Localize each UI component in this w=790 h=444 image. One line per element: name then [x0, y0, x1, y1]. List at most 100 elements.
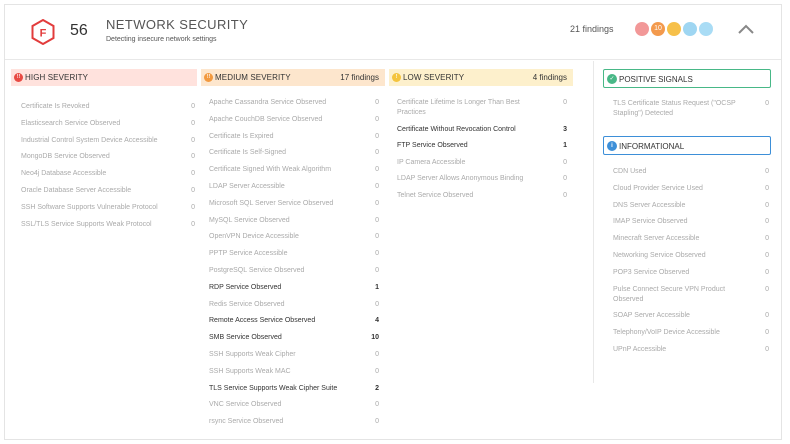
medium-finding-row[interactable]: SSH Supports Weak MAC 0 [209, 368, 379, 378]
medium-finding-row[interactable]: rsync Service Observed 0 [209, 418, 379, 428]
informational-finding-row[interactable]: UPnP Accessible 0 [613, 346, 769, 356]
medium-finding-row[interactable]: Remote Access Service Observed 4 [209, 317, 379, 327]
low-finding-row[interactable]: LDAP Server Allows Anonymous Binding 0 [397, 175, 567, 185]
informational-finding-row[interactable]: Networking Service Observed 0 [613, 252, 769, 262]
finding-count: 0 [375, 418, 379, 426]
finding-count: 0 [765, 285, 769, 293]
finding-count: 10 [371, 334, 379, 342]
medium-finding-row[interactable]: SMB Service Observed 10 [209, 334, 379, 344]
finding-name: IMAP Service Observed [613, 218, 688, 226]
finding-name: SSL/TLS Service Supports Weak Protocol [21, 220, 152, 228]
column-divider [593, 61, 594, 383]
info-circle-icon: i [607, 141, 617, 151]
informational-finding-row[interactable]: POP3 Service Observed 0 [613, 269, 769, 279]
high-finding-row[interactable]: SSH Software Supports Vulnerable Protoco… [21, 204, 195, 214]
finding-count: 0 [765, 184, 769, 192]
finding-count: 0 [191, 103, 195, 110]
severity-dot-low [667, 22, 681, 36]
finding-count: 0 [563, 99, 567, 106]
medium-finding-row[interactable]: Certificate Is Expired 0 [209, 133, 379, 143]
informational-finding-row[interactable]: Pulse Connect Secure VPN Product Observed… [613, 286, 769, 306]
finding-count: 0 [375, 300, 379, 308]
low-finding-row[interactable]: IP Camera Accessible 0 [397, 159, 567, 169]
finding-name: TLS Certificate Status Request ("OCSP [613, 100, 736, 107]
finding-name: MongoDB Service Observed [21, 153, 110, 161]
finding-name: Telnet Service Observed [397, 191, 474, 199]
high-finding-row[interactable]: SSL/TLS Service Supports Weak Protocol 0 [21, 221, 195, 231]
medium-finding-row[interactable]: Apache CouchDB Service Observed 0 [209, 116, 379, 126]
finding-name: Oracle Database Server Accessible [21, 187, 132, 194]
network-security-card: F 56 NETWORK SECURITY Detecting insecure… [4, 4, 782, 440]
medium-finding-row[interactable]: PPTP Service Accessible 0 [209, 250, 379, 260]
low-finding-row[interactable]: FTP Service Observed 1 [397, 142, 567, 152]
finding-count: 0 [765, 312, 769, 320]
medium-finding-row[interactable]: VNC Service Observed 0 [209, 401, 379, 411]
low-severity-header[interactable]: ! LOW SEVERITY 4 findings [389, 69, 573, 86]
high-severity-header[interactable]: !! HIGH SEVERITY [11, 69, 197, 86]
high-finding-row[interactable]: Neo4j Database Accessible 0 [21, 170, 195, 180]
finding-count: 0 [375, 351, 379, 358]
informational-finding-row[interactable]: Cloud Provider Service Used 0 [613, 185, 769, 195]
collapse-chevron-up-icon[interactable] [735, 19, 757, 39]
high-finding-row[interactable]: Elasticsearch Service Observed 0 [21, 120, 195, 130]
finding-name: Minecraft Server Accessible [613, 235, 700, 243]
finding-name: Industrial Control System Device Accessi… [21, 136, 158, 144]
high-severity-label: HIGH SEVERITY [25, 73, 89, 82]
positive-signals-header[interactable]: ✓ POSITIVE SIGNALS [603, 69, 771, 88]
medium-finding-row[interactable]: Microsoft SQL Server Service Observed 0 [209, 200, 379, 210]
finding-count: 0 [375, 99, 379, 106]
high-finding-row[interactable]: MongoDB Service Observed 0 [21, 153, 195, 163]
informational-finding-row[interactable]: CDN Used 0 [613, 168, 769, 178]
severity-dot-medium: 10 [651, 22, 665, 36]
positive-finding-row[interactable]: TLS Certificate Status Request ("OCSP Sta… [613, 100, 769, 120]
medium-finding-row[interactable]: SSH Supports Weak Cipher 0 [209, 351, 379, 361]
informational-header[interactable]: i INFORMATIONAL [603, 136, 771, 155]
finding-count: 0 [191, 119, 195, 127]
medium-finding-row[interactable]: Redis Service Observed 0 [209, 301, 379, 311]
informational-finding-row[interactable]: SOAP Server Accessible 0 [613, 312, 769, 322]
finding-count: 0 [191, 170, 195, 178]
finding-count: 0 [375, 367, 379, 375]
positive-signals-label: POSITIVE SIGNALS [619, 75, 693, 84]
finding-name: SSH Supports Weak MAC [209, 367, 291, 375]
low-finding-row[interactable]: Telnet Service Observed 0 [397, 192, 567, 202]
medium-finding-row[interactable]: Certificate Is Self-Signed 0 [209, 149, 379, 159]
medium-severity-label: MEDIUM SEVERITY [215, 73, 291, 82]
high-finding-row[interactable]: Oracle Database Server Accessible 0 [21, 187, 195, 197]
finding-name: LDAP Server Allows Anonymous Binding [397, 175, 524, 182]
low-finding-row[interactable]: Certificate Lifetime Is Longer Than Best… [397, 99, 567, 119]
high-finding-row[interactable]: Certificate Is Revoked 0 [21, 103, 195, 113]
medium-finding-row[interactable]: TLS Service Supports Weak Cipher Suite 2 [209, 385, 379, 395]
finding-name: FTP Service Observed [397, 142, 468, 149]
finding-name: Certificate Is Revoked [21, 103, 90, 110]
low-finding-row[interactable]: Certificate Without Revocation Control 3 [397, 126, 567, 136]
finding-name: Telephony/VoIP Device Accessible [613, 329, 720, 337]
medium-severity-count: 17 findings [340, 73, 379, 82]
finding-name: POP3 Service Observed [613, 268, 690, 276]
informational-finding-row[interactable]: Telephony/VoIP Device Accessible 0 [613, 329, 769, 339]
finding-count: 0 [765, 218, 769, 226]
finding-count: 0 [191, 136, 195, 144]
finding-count: 0 [375, 166, 379, 174]
medium-finding-row[interactable]: Certificate Signed With Weak Algorithm 0 [209, 166, 379, 176]
medium-finding-row[interactable]: MySQL Service Observed 0 [209, 217, 379, 227]
category-title: NETWORK SECURITY [106, 17, 249, 32]
low-severity-icon: ! [392, 73, 401, 82]
medium-finding-row[interactable]: LDAP Server Accessible 0 [209, 183, 379, 193]
informational-finding-row[interactable]: IMAP Service Observed 0 [613, 218, 769, 228]
finding-count: 1 [375, 283, 379, 291]
category-header[interactable]: F 56 NETWORK SECURITY Detecting insecure… [5, 5, 781, 60]
finding-count: 0 [765, 168, 769, 175]
high-severity-icon: !! [14, 73, 23, 82]
finding-name: Pulse Connect Secure VPN Product [613, 285, 726, 293]
high-finding-row[interactable]: Industrial Control System Device Accessi… [21, 137, 195, 147]
medium-finding-row[interactable]: OpenVPN Device Accessible 0 [209, 233, 379, 243]
informational-finding-row[interactable]: DNS Server Accessible 0 [613, 202, 769, 212]
severity-dot-high [635, 22, 649, 36]
informational-finding-row[interactable]: Minecraft Server Accessible 0 [613, 235, 769, 245]
medium-finding-row[interactable]: RDP Service Observed 1 [209, 284, 379, 294]
medium-severity-header[interactable]: !! MEDIUM SEVERITY 17 findings [201, 69, 385, 86]
medium-finding-row[interactable]: Apache Cassandra Service Observed 0 [209, 99, 379, 109]
medium-finding-row[interactable]: PostgreSQL Service Observed 0 [209, 267, 379, 277]
finding-count: 0 [375, 250, 379, 258]
